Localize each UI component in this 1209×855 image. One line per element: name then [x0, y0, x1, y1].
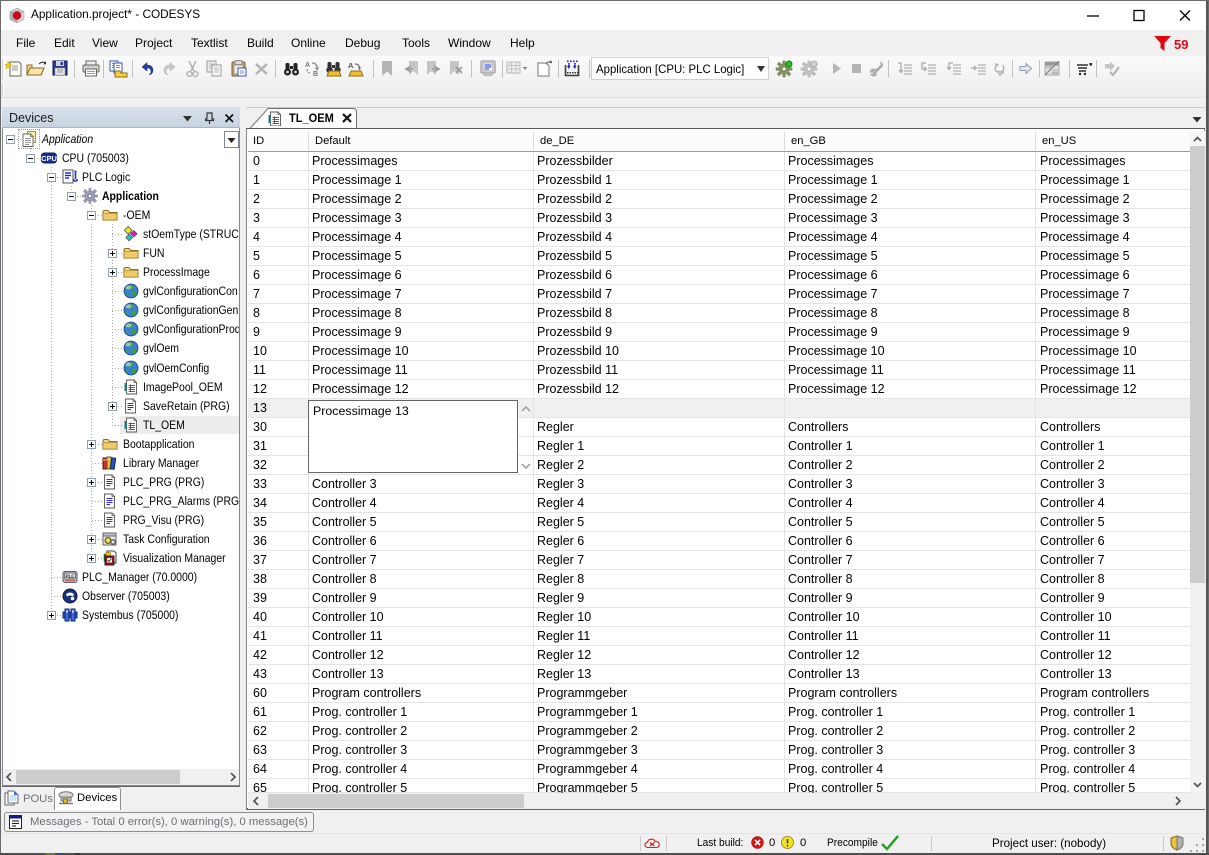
svg-text:B: B — [313, 71, 318, 77]
svg-text:A: A — [305, 62, 310, 69]
svg-text:A: A — [348, 61, 354, 70]
svg-text:CPU: CPU — [41, 154, 57, 163]
svg-text:PLC: PLC — [65, 573, 75, 578]
